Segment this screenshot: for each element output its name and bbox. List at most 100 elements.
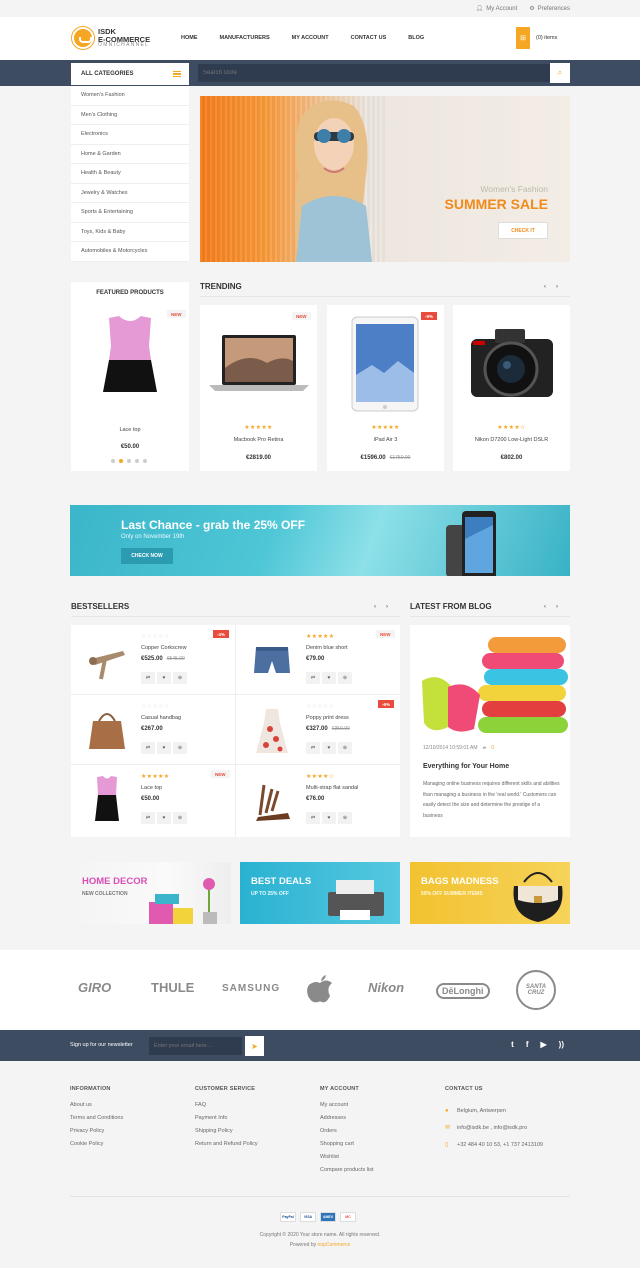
- product-name[interactable]: Lace top: [141, 785, 162, 791]
- home-decor-banner[interactable]: HOME DECOR NEW COLLECTION: [71, 862, 231, 924]
- nav-home[interactable]: HOME: [181, 35, 198, 41]
- product-name[interactable]: Casual handbag: [141, 715, 181, 721]
- search-button[interactable]: ⌕: [550, 63, 570, 83]
- category-item[interactable]: Sports & Entertaining: [71, 203, 189, 223]
- bestseller-item[interactable]: ★★★★★ Denim blue short €79.00 ⇄ ♥ ⊕ NEW: [236, 625, 400, 695]
- cart-button[interactable]: ⊞ (0) items: [516, 27, 557, 49]
- product-name[interactable]: Denim blue short: [306, 645, 348, 651]
- product-name[interactable]: Macbook Pro Retina: [200, 437, 317, 443]
- category-item[interactable]: Home & Garden: [71, 145, 189, 164]
- trending-product-card[interactable]: NEW ★★★★★ Macbook Pro Retina €2819.00: [200, 305, 317, 471]
- check-now-button[interactable]: CHECK NOW: [121, 548, 173, 564]
- bestseller-item[interactable]: ★★★★★ Lace top €50.00 ⇄ ♥ ⊕ NEW: [71, 765, 235, 835]
- next-arrow-icon[interactable]: ›: [556, 284, 558, 290]
- nopcommerce-link[interactable]: nopCommerce: [318, 1242, 351, 1248]
- footer-link[interactable]: Shipping Policy: [195, 1128, 258, 1141]
- product-name[interactable]: iPad Air 3: [327, 437, 444, 443]
- add-to-cart-icon[interactable]: ⊕: [338, 672, 352, 684]
- bestseller-item[interactable]: ☆☆☆☆☆ Poppy print dress €327.00 €350.00 ⇄…: [236, 695, 400, 765]
- brand-logo-giro[interactable]: GIRO: [78, 980, 111, 995]
- lace-top-image[interactable]: [99, 316, 161, 396]
- compare-icon[interactable]: ⇄: [306, 812, 320, 824]
- all-categories-toggle[interactable]: ALL CATEGORIES: [71, 63, 189, 85]
- product-name[interactable]: Nikon D7200 Low-Light DSLR: [453, 437, 570, 443]
- add-to-cart-icon[interactable]: ⊕: [338, 742, 352, 754]
- bestseller-item[interactable]: ★★★★☆ Multi-strap flat sandal €76.00 ⇄ ♥…: [236, 765, 400, 835]
- footer-link[interactable]: About us: [70, 1102, 123, 1115]
- wishlist-icon[interactable]: ♥: [322, 672, 336, 684]
- compare-icon[interactable]: ⇄: [141, 672, 155, 684]
- bestseller-item[interactable]: ☆☆☆☆☆ Casual handbag €267.00 ⇄ ♥ ⊕: [71, 695, 235, 765]
- carousel-dot-active[interactable]: [119, 459, 123, 463]
- footer-link[interactable]: Wishlist: [320, 1154, 374, 1167]
- bestseller-item[interactable]: ☆☆☆☆☆ Copper Corkscrew €525.00 €545.00 ⇄ …: [71, 625, 235, 695]
- add-to-cart-icon[interactable]: ⊕: [338, 812, 352, 824]
- newsletter-email-input[interactable]: [149, 1037, 242, 1055]
- compare-icon[interactable]: ⇄: [306, 672, 320, 684]
- brand-logo-delonghi[interactable]: DēLonghi: [436, 983, 490, 999]
- category-item[interactable]: Toys, Kids & Baby: [71, 223, 189, 242]
- brand-logo-nikon[interactable]: Nikon: [368, 980, 404, 995]
- wishlist-icon[interactable]: ♥: [322, 812, 336, 824]
- hero-check-it-button[interactable]: CHECK IT: [498, 222, 548, 239]
- footer-link[interactable]: Compare products list: [320, 1167, 374, 1180]
- wishlist-icon[interactable]: ♥: [322, 742, 336, 754]
- nav-blog[interactable]: BLOG: [408, 35, 424, 41]
- category-item[interactable]: Health & Beauty: [71, 164, 189, 184]
- footer-link[interactable]: My account: [320, 1102, 374, 1115]
- promo-banner[interactable]: Last Chance - grab the 25% OFF Only on N…: [70, 505, 570, 576]
- rss-icon[interactable]: )): [559, 1040, 564, 1049]
- next-arrow-icon[interactable]: ›: [556, 604, 558, 610]
- wishlist-icon[interactable]: ♥: [157, 812, 171, 824]
- apple-logo-icon[interactable]: [306, 974, 334, 1006]
- brand-logo-samsung[interactable]: SAMSUNG: [222, 983, 280, 994]
- wishlist-icon[interactable]: ♥: [157, 672, 171, 684]
- trending-product-card[interactable]: ★★★★☆ Nikon D7200 Low-Light DSLR €802.00: [453, 305, 570, 471]
- preferences-link[interactable]: ⚙ Preferences: [529, 5, 570, 13]
- carousel-dot[interactable]: [111, 459, 115, 463]
- footer-link[interactable]: Orders: [320, 1128, 374, 1141]
- search-input[interactable]: [198, 64, 550, 82]
- product-name[interactable]: Multi-strap flat sandal: [306, 785, 358, 791]
- next-arrow-icon[interactable]: ›: [386, 604, 388, 610]
- footer-link[interactable]: FAQ: [195, 1102, 258, 1115]
- hero-slider[interactable]: Women's Fashion SUMMER SALE CHECK IT: [200, 96, 570, 262]
- contact-email[interactable]: info@isdk.be , info@isdk.pro: [457, 1125, 527, 1131]
- footer-link[interactable]: Payment Info: [195, 1115, 258, 1128]
- product-name[interactable]: Copper Corkscrew: [141, 645, 187, 651]
- logo[interactable]: ISDK E-COMMERCE OMNICHANNEL: [72, 27, 150, 49]
- footer-link[interactable]: Cookie Policy: [70, 1141, 123, 1154]
- newsletter-subscribe-button[interactable]: ➤: [245, 1036, 264, 1056]
- add-to-cart-icon[interactable]: ⊕: [173, 742, 187, 754]
- blog-post-title[interactable]: Everything for Your Home: [423, 763, 509, 770]
- product-name[interactable]: Lace top: [71, 427, 189, 433]
- my-account-link[interactable]: 👤︎ My Account: [476, 5, 518, 13]
- youtube-icon[interactable]: ▶: [541, 1040, 547, 1049]
- footer-link[interactable]: Shopping cart: [320, 1141, 374, 1154]
- category-item[interactable]: Men's Clothing: [71, 106, 189, 125]
- footer-link[interactable]: Privacy Policy: [70, 1128, 123, 1141]
- blog-post-card[interactable]: 12/10/2014 10:59:01 AM ▰ 0 Everything fo…: [410, 625, 570, 837]
- carousel-dot[interactable]: [127, 459, 131, 463]
- nav-my-account[interactable]: MY ACCOUNT: [292, 35, 329, 41]
- trending-product-card[interactable]: -9% ★★★★★ iPad Air 3 €1596.00 €1750.00: [327, 305, 444, 471]
- wishlist-icon[interactable]: ♥: [157, 742, 171, 754]
- twitter-icon[interactable]: t: [511, 1040, 514, 1049]
- product-name[interactable]: Poppy print dress: [306, 715, 349, 721]
- footer-link[interactable]: Addresses: [320, 1115, 374, 1128]
- compare-icon[interactable]: ⇄: [306, 742, 320, 754]
- nav-manufacturers[interactable]: MANUFACTURERS: [220, 35, 270, 41]
- category-item[interactable]: Electronics: [71, 125, 189, 145]
- add-to-cart-icon[interactable]: ⊕: [173, 672, 187, 684]
- category-item[interactable]: Women's Fashion: [71, 86, 189, 106]
- prev-arrow-icon[interactable]: ‹: [544, 604, 546, 610]
- best-deals-banner[interactable]: BEST DEALS UP TO 25% OFF: [240, 862, 400, 924]
- brand-logo-thule[interactable]: THULE: [151, 980, 194, 995]
- carousel-dot[interactable]: [143, 459, 147, 463]
- facebook-icon[interactable]: f: [526, 1040, 529, 1049]
- prev-arrow-icon[interactable]: ‹: [544, 284, 546, 290]
- footer-link[interactable]: Return and Refund Policy: [195, 1141, 258, 1154]
- compare-icon[interactable]: ⇄: [141, 742, 155, 754]
- category-item[interactable]: Automobiles & Motorcycles: [71, 242, 189, 262]
- add-to-cart-icon[interactable]: ⊕: [173, 812, 187, 824]
